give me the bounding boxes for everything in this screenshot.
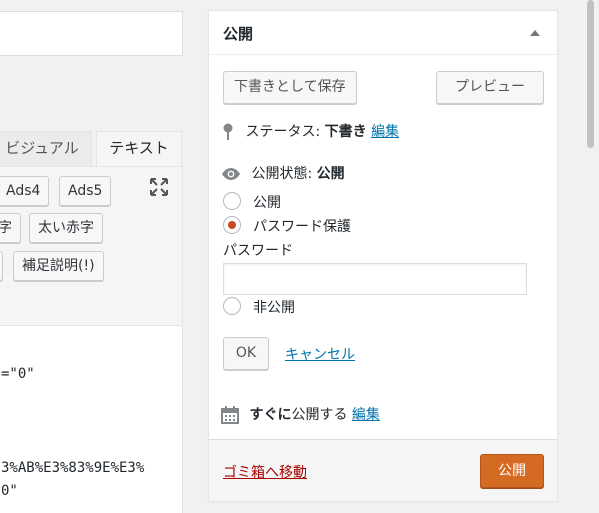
- expand-icon[interactable]: [148, 176, 170, 198]
- quicktag-supplement[interactable]: 補足説明(!): [13, 251, 104, 281]
- schedule-strong: すぐに: [249, 407, 292, 423]
- collapse-arrow-icon[interactable]: [528, 28, 542, 38]
- cancel-link[interactable]: キャンセル: [285, 344, 355, 364]
- radio-public-label[interactable]: 公開: [253, 192, 281, 212]
- quicktag-bold-red[interactable]: 太い赤字: [29, 213, 103, 243]
- code-line: ="0": [1, 366, 35, 382]
- schedule-row: すぐに公開する 編集: [221, 404, 380, 424]
- editor-textarea[interactable]: ="0" 3%AB%E3%83%9E%E3% 0": [0, 325, 183, 513]
- schedule-text: 公開する: [291, 407, 348, 423]
- status-label: ステータス:: [245, 124, 321, 140]
- page-scrollbar[interactable]: [583, 0, 599, 513]
- code-line: 0": [1, 483, 18, 499]
- password-field[interactable]: [223, 263, 527, 295]
- password-label: パスワード: [223, 243, 293, 259]
- tab-text[interactable]: テキスト: [96, 131, 182, 166]
- save-draft-button[interactable]: 下書きとして保存: [223, 71, 357, 104]
- visibility-value: 公開: [316, 166, 345, 182]
- radio-private-label[interactable]: 非公開: [253, 297, 295, 317]
- pin-icon: [223, 123, 233, 140]
- calendar-icon: [221, 406, 239, 424]
- quicktag-partial[interactable]: [0, 251, 3, 281]
- visibility-label: 公開状態:: [251, 166, 313, 182]
- radio-password-label[interactable]: パスワード保護: [253, 216, 351, 236]
- preview-button[interactable]: プレビュー: [436, 71, 544, 104]
- status-row: ステータス: 下書き 編集: [221, 121, 399, 141]
- radio-password-protected[interactable]: [223, 216, 241, 234]
- visibility-row: 公開状態: 公開: [221, 163, 345, 183]
- publish-actions: ゴミ箱へ移動 公開: [209, 439, 557, 501]
- editor-tabs: ビジュアル テキスト: [0, 131, 183, 166]
- post-title-input[interactable]: [0, 11, 183, 56]
- quicktag-ads5[interactable]: Ads5: [59, 176, 112, 206]
- quicktag-ads4[interactable]: Ads4: [0, 176, 50, 206]
- scrollbar-thumb[interactable]: [587, 0, 594, 148]
- code-line: 3%AB%E3%83%9E%E3%: [1, 460, 145, 476]
- edit-schedule-link[interactable]: 編集: [352, 407, 380, 423]
- move-to-trash-link[interactable]: ゴミ箱へ移動: [223, 462, 307, 482]
- ok-button[interactable]: OK: [223, 337, 269, 370]
- radio-public[interactable]: [223, 192, 241, 210]
- quicktag-ji[interactable]: 字: [0, 213, 21, 243]
- publish-box-header[interactable]: 公開: [209, 11, 557, 55]
- status-value: 下書き: [324, 124, 367, 140]
- publish-box: 公開 下書きとして保存 プレビュー ステータス: 下書き 編集 公開状態: 公開…: [208, 10, 558, 502]
- radio-private[interactable]: [223, 297, 241, 315]
- publish-box-title: 公開: [223, 25, 254, 43]
- publish-button[interactable]: 公開: [480, 454, 544, 488]
- eye-icon: [222, 168, 240, 180]
- tab-visual[interactable]: ビジュアル: [0, 131, 92, 166]
- edit-status-link[interactable]: 編集: [371, 124, 399, 140]
